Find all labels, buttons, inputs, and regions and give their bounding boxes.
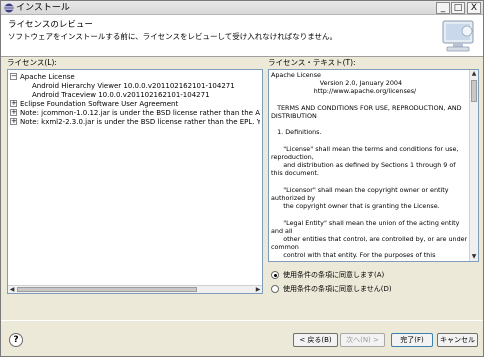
scroll-left-icon[interactable]: ◀ <box>8 286 16 294</box>
close-button[interactable]: X <box>467 2 481 14</box>
horizontal-scrollbar[interactable]: ◀ ▶ <box>8 285 262 293</box>
license-text: Apache License Version 2.0, January 2004… <box>271 71 468 261</box>
scroll-up-icon[interactable]: ▲ <box>470 70 478 78</box>
next-button[interactable]: 次へ(N) > <box>340 333 385 347</box>
accept-radio-option[interactable]: 使用条件の条項に同意します(A) <box>271 269 384 281</box>
maximize-button[interactable]: □ <box>451 2 465 14</box>
collapse-toggle-icon[interactable]: − <box>10 73 17 80</box>
license-text-label: ライセンス・テキスト(T): <box>268 58 356 67</box>
page-title: ライセンスのレビュー <box>8 20 93 30</box>
tree-item-label: Android Traceview 10.0.0.v201102162101-1… <box>32 91 210 99</box>
page-description: ソフトウェアをインストールする前に、ライセンスをレビューして受け入れなければなり… <box>8 32 338 41</box>
decline-radio-option[interactable]: 使用条件の条項に同意しません(D) <box>271 283 392 295</box>
eclipse-app-icon <box>4 3 14 13</box>
decline-radio-label: 使用条件の条項に同意しません(D) <box>283 285 392 293</box>
vertical-scrollbar[interactable]: ▲ ▼ <box>469 70 478 261</box>
cancel-button[interactable]: キャンセル <box>437 333 478 347</box>
scroll-right-icon[interactable]: ▶ <box>254 286 262 294</box>
scrollbar-thumb[interactable] <box>17 287 197 292</box>
finish-button[interactable]: 完了(F) <box>391 333 433 347</box>
scroll-down-icon[interactable]: ▼ <box>470 253 478 261</box>
expand-toggle-icon[interactable]: + <box>10 100 17 107</box>
minimize-button[interactable]: _ <box>436 2 450 14</box>
license-tree[interactable]: − Apache License Android Hierarchy Viewe… <box>7 69 263 294</box>
decline-radio-button[interactable] <box>271 285 279 293</box>
install-computer-icon <box>442 20 474 52</box>
expand-toggle-icon[interactable]: + <box>10 109 17 116</box>
help-button[interactable]: ? <box>9 333 23 347</box>
tree-item-kxml2-note[interactable]: + Note: kxml2-2.3.0.jar is under the BSD… <box>10 117 260 127</box>
license-text-area[interactable]: Apache License Version 2.0, January 2004… <box>268 69 479 262</box>
tree-item-label: Note: kxml2-2.3.0.jar is under the BSD l… <box>20 118 260 126</box>
tree-item-label: Android Hierarchy Viewer 10.0.0.v2011021… <box>32 82 235 90</box>
install-dialog: インストール _ □ X ライセンスのレビュー ソフトウェアをインストールする前… <box>0 0 484 357</box>
back-button[interactable]: < 戻る(B) <box>293 333 338 347</box>
window-title: インストール <box>16 3 70 13</box>
title-bar[interactable]: インストール _ □ X <box>1 1 483 15</box>
accept-radio-label: 使用条件の条項に同意します(A) <box>283 271 385 279</box>
accept-radio-button[interactable] <box>271 271 279 279</box>
expand-toggle-icon[interactable]: + <box>10 118 17 125</box>
scrollbar-thumb[interactable] <box>471 80 477 102</box>
footer-separator <box>1 320 483 321</box>
wizard-header: ライセンスのレビュー ソフトウェアをインストールする前に、ライセンスをレビューし… <box>1 15 483 57</box>
licenses-label: ライセンス(L): <box>7 58 57 67</box>
